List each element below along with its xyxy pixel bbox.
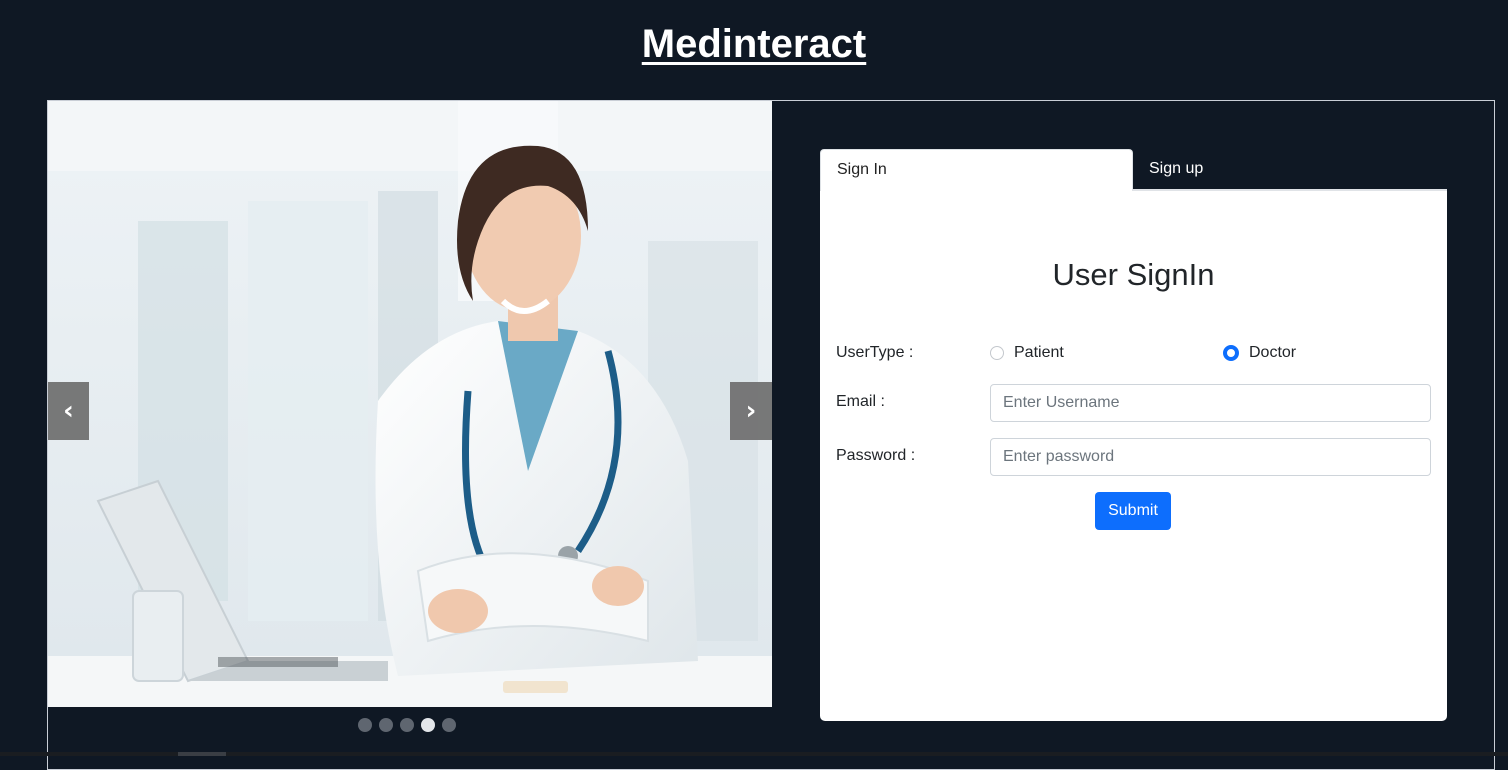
radio-doctor-circle[interactable] [1223, 345, 1239, 361]
signin-card: User SignIn UserType : Patient Doctor Em… [820, 191, 1447, 721]
carousel-indicators [358, 718, 456, 732]
carousel-indicator-3[interactable] [400, 718, 414, 732]
tab-sign-in[interactable]: Sign In [820, 149, 1133, 191]
carousel-prev-button[interactable]: ‹ [48, 382, 89, 440]
app-title: Medinteract [641, 22, 867, 66]
radio-patient-circle[interactable] [990, 346, 1004, 360]
password-field[interactable] [990, 438, 1431, 476]
radio-doctor-label: Doctor [1249, 344, 1297, 361]
signin-heading: User SignIn [1052, 257, 1215, 292]
carousel-next-button[interactable]: › [730, 382, 772, 440]
doctor-image [48, 101, 772, 707]
tab-sign-up[interactable]: Sign up [1133, 149, 1333, 191]
bottom-tab-stub [178, 752, 226, 756]
radio-patient-label: Patient [1014, 344, 1064, 361]
radio-patient[interactable]: Patient [990, 342, 1064, 364]
carousel-indicator-2[interactable] [379, 718, 393, 732]
image-carousel [48, 101, 772, 707]
email-label: Email : [836, 393, 885, 410]
carousel-indicator-1[interactable] [358, 718, 372, 732]
usertype-label: UserType : [836, 344, 914, 361]
carousel-indicator-4[interactable] [421, 718, 435, 732]
bottom-strip [0, 752, 1508, 756]
submit-button[interactable]: Submit [1095, 492, 1171, 530]
radio-doctor[interactable]: Doctor [1223, 342, 1296, 364]
carousel-indicator-5[interactable] [442, 718, 456, 732]
password-label: Password : [836, 447, 916, 464]
email-field[interactable] [990, 384, 1431, 422]
